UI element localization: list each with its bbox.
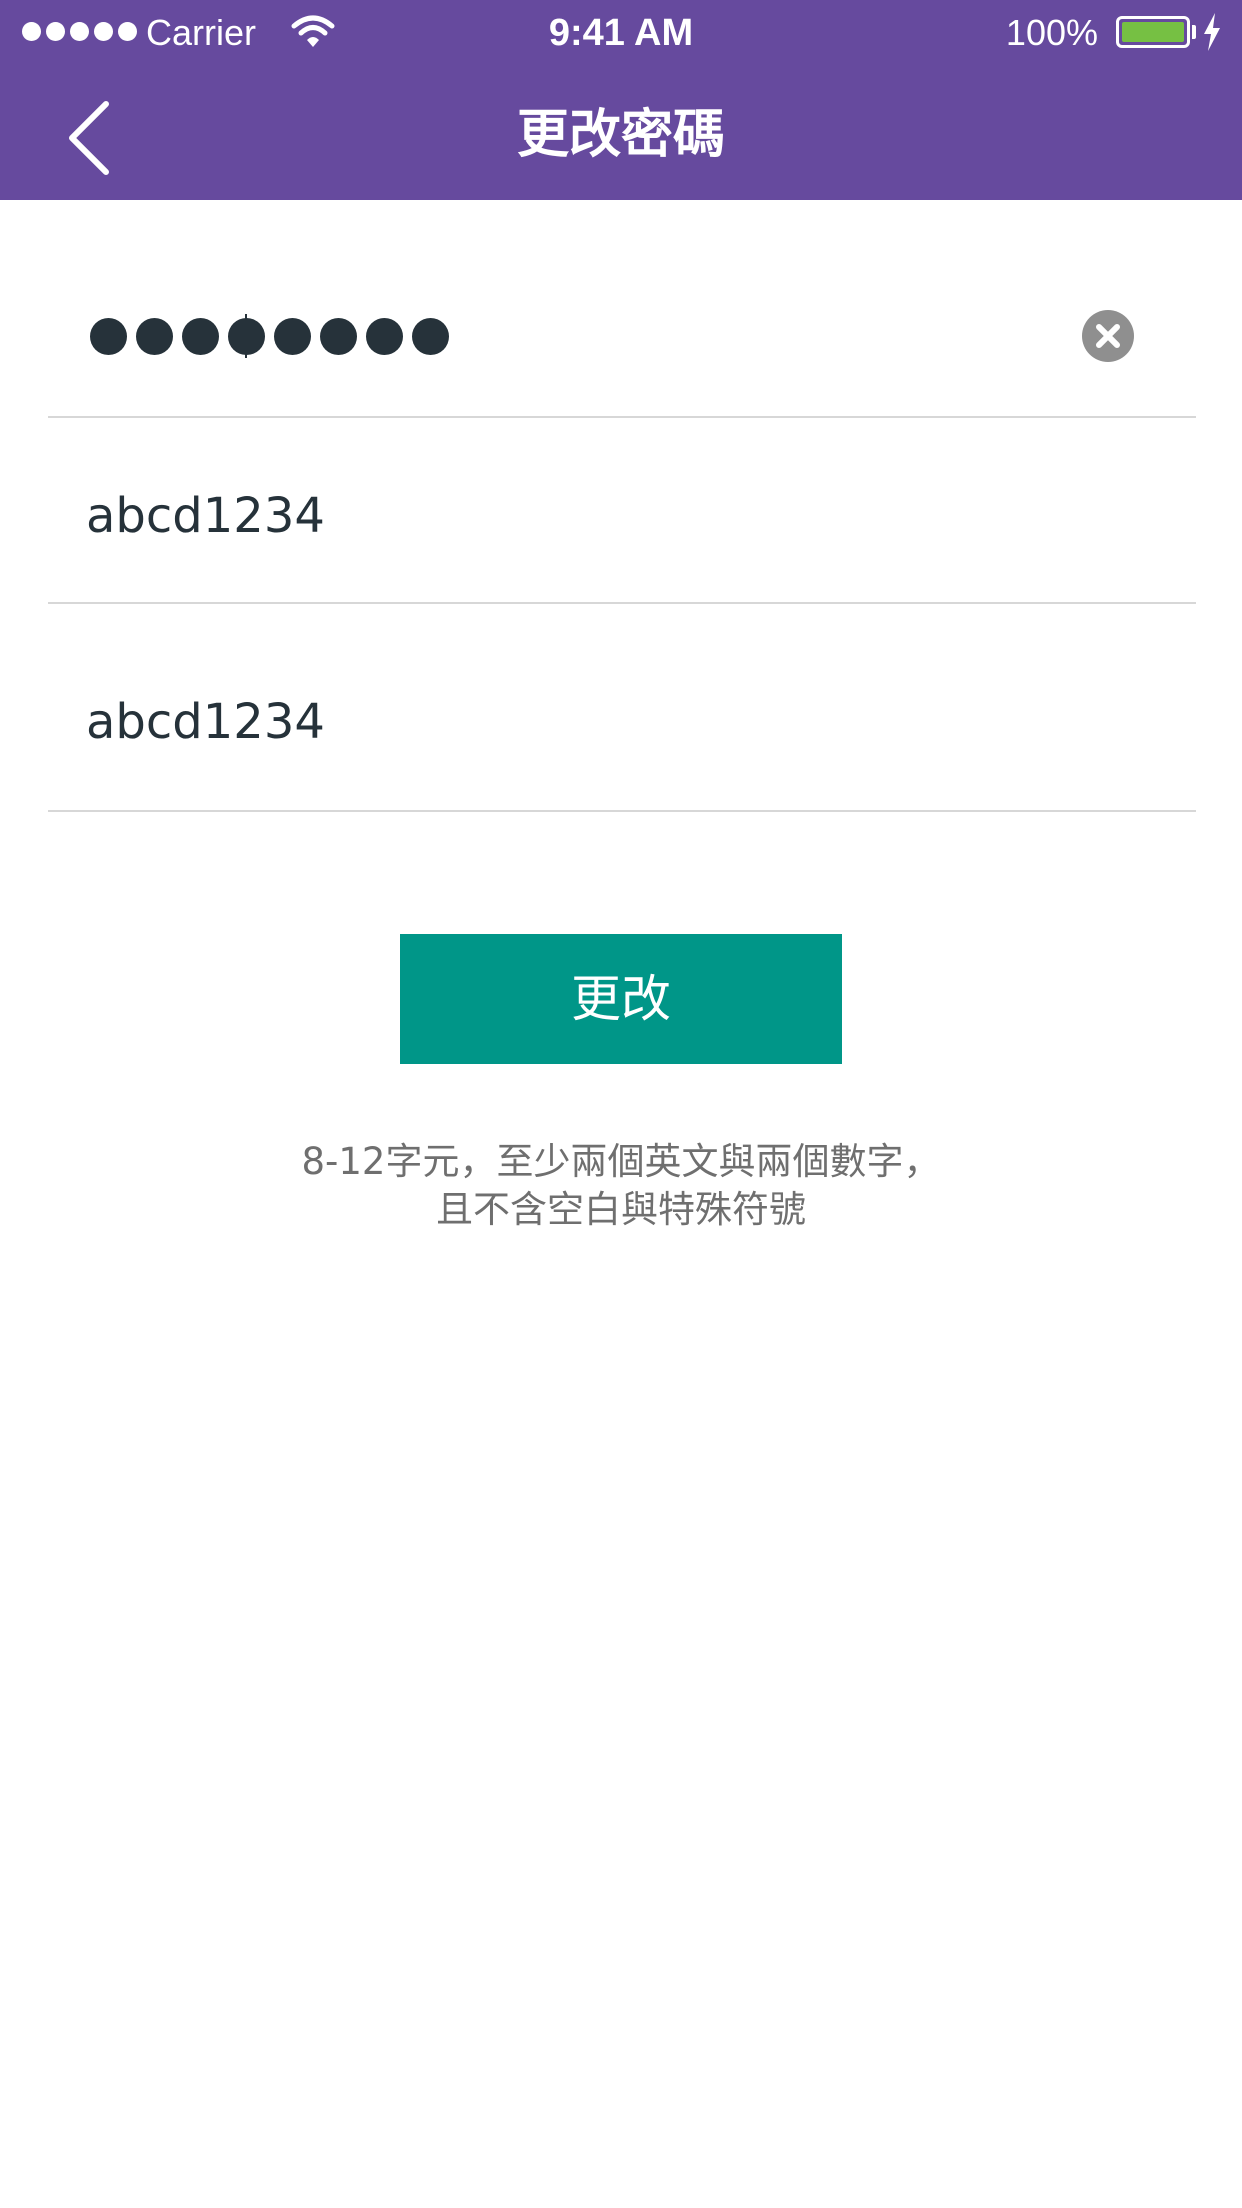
charging-bolt-icon (1204, 13, 1220, 51)
navigation-bar: 更改密碼 (0, 66, 1242, 200)
password-mask (90, 314, 458, 358)
hint-line-1: 8-12字元，至少兩個英文與兩個數字， (301, 1140, 941, 1183)
clear-input-button[interactable] (1082, 310, 1134, 362)
confirm-password-field[interactable]: abcd1234 (48, 604, 1196, 812)
change-password-button[interactable]: 更改 (400, 934, 842, 1064)
confirm-password-value: abcd1234 (86, 694, 325, 750)
password-rules-hint: 8-12字元，至少兩個英文與兩個數字， 且不含空白與特殊符號 (0, 1138, 1242, 1234)
new-password-field[interactable]: abcd1234 (48, 418, 1196, 604)
page-title: 更改密碼 (516, 105, 725, 165)
current-password-field[interactable] (48, 200, 1196, 418)
app-header: Carrier 9:41 AM 100% 更改密碼 (0, 0, 1242, 200)
battery-icon (1116, 16, 1190, 48)
clear-circle-icon (1096, 324, 1120, 348)
battery-percentage: 100% (1005, 12, 1098, 53)
battery-nub (1192, 25, 1196, 39)
text-cursor (245, 314, 247, 358)
hint-line-2: 且不含空白與特殊符號 (436, 1188, 806, 1231)
status-bar: Carrier 9:41 AM 100% (0, 0, 1242, 66)
new-password-value: abcd1234 (86, 488, 325, 544)
